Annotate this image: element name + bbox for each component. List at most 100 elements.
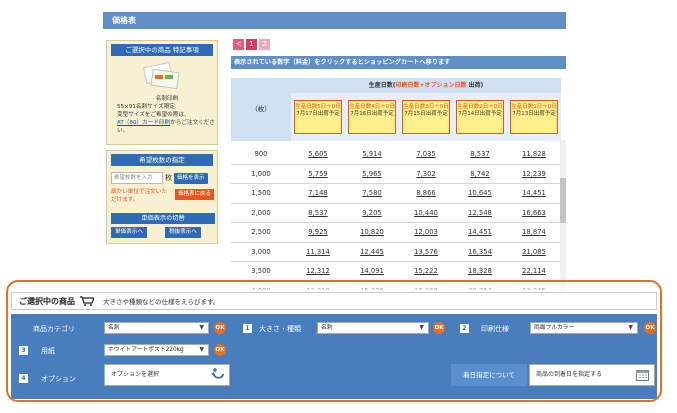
row-quantity: 900	[254, 150, 268, 159]
category-ok-button[interactable]: OK	[214, 322, 226, 334]
price-cell[interactable]: 10,440	[399, 209, 453, 217]
price-rows: 900 5,605 5,914 7,035 8,537 11,828 1,000 5,759 5…	[231, 145, 561, 290]
page-2-button[interactable]: 2	[259, 39, 270, 50]
category-select[interactable]: 名刺 ▼	[104, 322, 209, 334]
price-cell[interactable]: 7,302	[399, 170, 453, 178]
row-quantity: 3,000	[251, 247, 271, 256]
print-label: 印刷仕様	[481, 325, 509, 333]
notes-heading: ご選択中の商品 特記事項	[111, 44, 213, 56]
table-row: 1,000 5,759 5,965 7,302 8,742 12,239	[231, 165, 561, 184]
price-cell[interactable]: 13,576	[399, 248, 453, 256]
price-cell[interactable]: 11,314	[291, 248, 345, 256]
table-row: 3,500 12,312 14,091 15,222 18,328 22,114	[231, 262, 561, 282]
paper-label: 用紙	[41, 347, 55, 355]
prev-page-button[interactable]: <	[233, 39, 244, 50]
price-cell[interactable]: 14,451	[453, 228, 507, 236]
cart-icon	[80, 296, 94, 306]
ship-date-col-5: 生産日数1日＋0日 7月13日出荷予定	[510, 100, 558, 134]
price-cell[interactable]: 5,605	[291, 150, 345, 158]
unit-price-button[interactable]: 単価表示へ	[111, 227, 147, 238]
price-cell[interactable]: 8,537	[291, 209, 345, 217]
add-option-icon	[211, 368, 224, 379]
price-cell[interactable]: 9,205	[345, 209, 399, 217]
price-cell[interactable]: 8,742	[453, 170, 507, 178]
paper-select[interactable]: ホワイトアートポスト220kg ▼	[104, 344, 209, 356]
price-cell[interactable]: 8,537	[453, 150, 507, 158]
row-quantity: 2,000	[251, 208, 271, 217]
arrival-date-field[interactable]: 商品の到着日を指定する	[529, 364, 655, 386]
price-cell[interactable]: 18,328	[453, 267, 507, 275]
paper-step-number: 3	[19, 346, 28, 355]
table-row: 3,000 11,314 12,445 13,576 16,354 21,085	[231, 243, 561, 262]
card-print-link[interactable]: AT（80）カード印刷	[117, 120, 170, 126]
price-cell[interactable]: 10,820	[345, 228, 399, 236]
page-1-button[interactable]: 1	[246, 39, 257, 50]
table-row: 1,500 7,148 7,580 8,866 10,645 14,451	[231, 184, 561, 204]
price-cell[interactable]: 5,759	[291, 170, 345, 178]
ship-date-col-2: 生産日数4日＋0日 7月16日出荷予定	[348, 100, 396, 134]
option-step-number: 4	[19, 374, 28, 383]
option-label: オプション	[41, 375, 76, 383]
price-cell[interactable]: 12,239	[507, 170, 561, 178]
unit-price-heading: 単価表示の切替	[111, 213, 215, 224]
back-to-price-table-button[interactable]: 価格表に戻る	[175, 189, 215, 200]
price-cell[interactable]: 18,874	[507, 228, 561, 236]
price-cell[interactable]: 15,222	[399, 267, 453, 275]
chevron-down-icon: ▼	[419, 324, 424, 331]
chevron-down-icon: ▼	[628, 324, 633, 331]
ship-date-col-4: 生産日数2日＋0日 7月14日出荷予定	[456, 100, 504, 134]
size-select[interactable]: 名刺 ▼	[317, 322, 429, 334]
ship-date-col-3: 生産日数3日＋0日 7月15日出荷予定	[402, 100, 450, 134]
price-cell[interactable]: 12,003	[399, 228, 453, 236]
table-row: 2,000 8,537 9,205 10,440 12,548 16,663	[231, 204, 561, 223]
price-cell[interactable]: 21,085	[507, 248, 561, 256]
product-desc-2: 変型サイズをご希望の際は、	[117, 112, 190, 118]
price-cell[interactable]: 7,148	[291, 189, 345, 197]
price-cell[interactable]: 7,580	[345, 189, 399, 197]
size-ok-button[interactable]: OK	[433, 322, 445, 334]
business-card-image	[143, 61, 180, 90]
price-cell[interactable]: 12,312	[291, 267, 345, 275]
show-price-button[interactable]: 価格を表示	[174, 172, 208, 184]
price-table: （枚） 生産日数(印刷日数+オプション日数 出荷) 生産日数5日＋0日 7月17日…	[231, 73, 566, 290]
option-select[interactable]: オプションを選択	[104, 364, 230, 386]
price-cell[interactable]: 12,445	[345, 248, 399, 256]
chevron-down-icon: ▼	[199, 346, 204, 353]
scrollbar-thumb[interactable]	[560, 178, 566, 223]
price-cell[interactable]: 14,451	[507, 189, 561, 197]
price-cell[interactable]: 10,645	[453, 189, 507, 197]
price-cell[interactable]: 5,965	[345, 170, 399, 178]
quantity-column-header: （枚）	[231, 78, 291, 141]
price-cell[interactable]: 16,354	[453, 248, 507, 256]
table-scrollbar[interactable]	[560, 140, 566, 290]
row-quantity: 1,500	[251, 189, 271, 198]
price-cell[interactable]: 16,663	[507, 209, 561, 217]
price-cell[interactable]: 5,914	[345, 150, 399, 158]
ship-date-col-1: 生産日数5日＋0日 7月17日出荷予定	[294, 100, 342, 134]
page-title: 価格表	[103, 12, 566, 29]
selection-panel: ご選択中の商品 大きさや種類などの仕様をえらびます。 商品カテゴリ 名刺 ▼ OK…	[6, 280, 662, 402]
panel-header: ご選択中の商品 大きさや種類などの仕様をえらびます。	[11, 292, 657, 310]
production-days-header: 生産日数(印刷日数+オプション日数 出荷)	[291, 78, 561, 93]
quantity-note: 細かい単位で注文いただけます。	[111, 189, 167, 203]
price-cell[interactable]: 12,548	[453, 209, 507, 217]
quantity-input[interactable]: 希望枚数を入力	[111, 172, 163, 184]
product-desc-1: 55×91名刺サイズ限定	[117, 104, 175, 110]
price-cell[interactable]: 7,035	[399, 150, 453, 158]
panel-description: 大きさや種類などの仕様をえらびます。	[103, 298, 220, 306]
price-cell[interactable]: 22,114	[507, 267, 561, 275]
category-label: 商品カテゴリ	[33, 325, 75, 333]
quantity-unit: 枚	[165, 174, 172, 182]
panel-title: ご選択中の商品	[19, 296, 75, 306]
price-cell[interactable]: 9,925	[291, 228, 345, 236]
paper-ok-button[interactable]: OK	[214, 344, 226, 356]
tax-excluded-button[interactable]: 税抜表示へ	[165, 227, 201, 238]
price-cell[interactable]: 11,828	[507, 150, 561, 158]
size-step-number: 1	[243, 324, 252, 333]
price-cell[interactable]: 8,866	[399, 189, 453, 197]
print-ok-button[interactable]: OK	[644, 322, 656, 334]
price-cell[interactable]: 14,091	[345, 267, 399, 275]
arrival-info-button[interactable]: 着日指定について	[451, 364, 527, 386]
print-select[interactable]: 両面フルカラー ▼	[530, 322, 638, 334]
price-info-bar: 表示されている数字（料金）をクリックするとショッピングカートへ移ります	[231, 56, 566, 69]
